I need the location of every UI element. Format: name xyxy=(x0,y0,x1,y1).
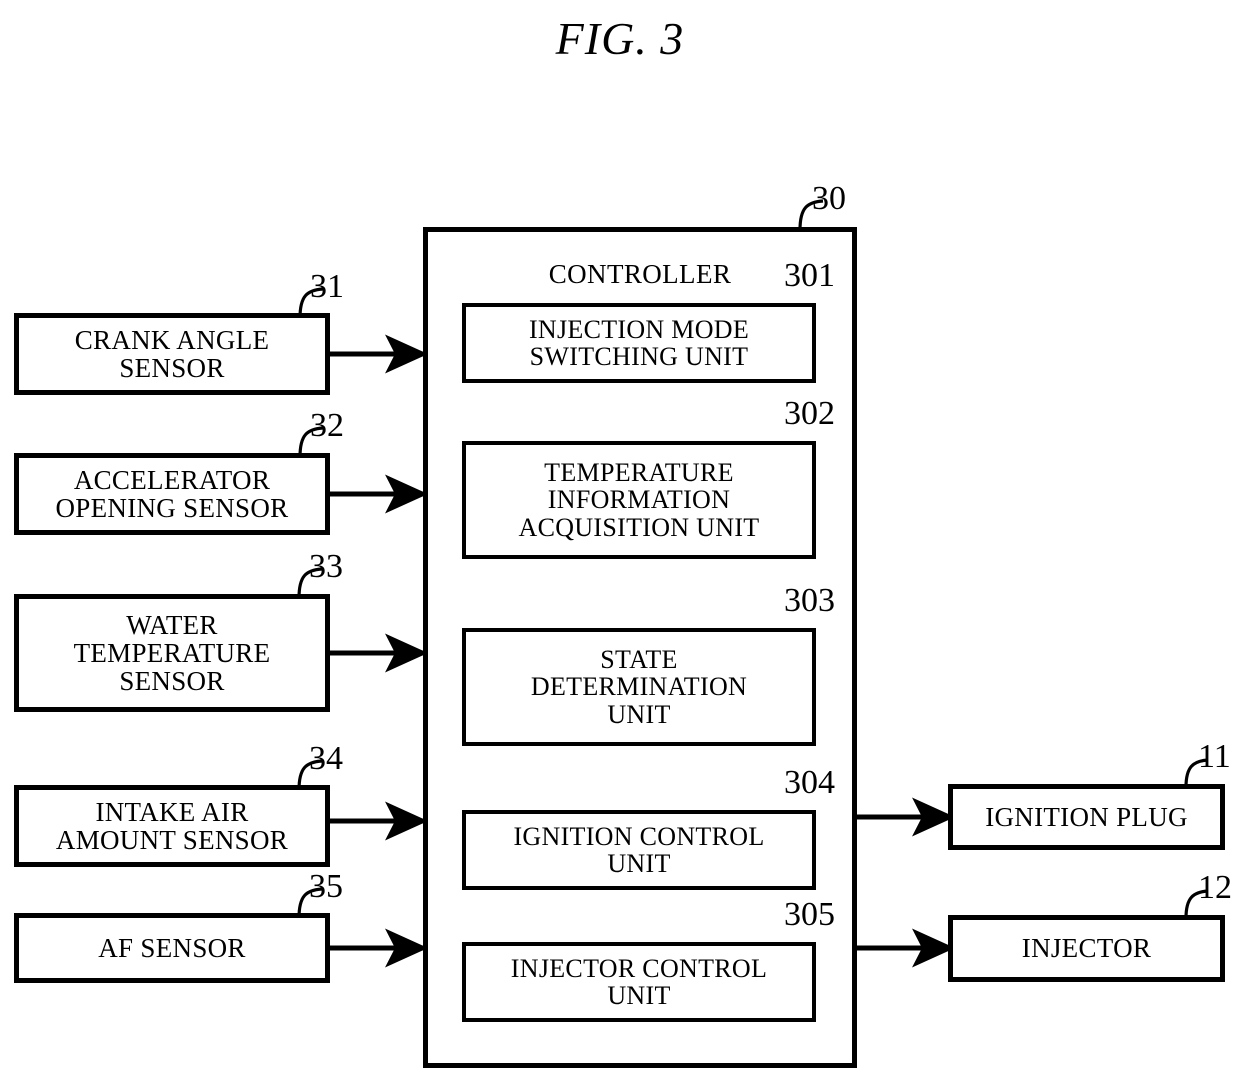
output-box-ignition-plug[interactable]: IGNITION PLUG xyxy=(948,784,1225,850)
ref-number-31: 31 xyxy=(310,268,344,305)
figure-canvas: FIG. 3 CRANK ANGLE SENSOR 31 ACCELERATOR… xyxy=(0,0,1240,1083)
ref-number-32: 32 xyxy=(310,407,344,444)
ref-number-302: 302 xyxy=(784,395,835,432)
ref-number-12: 12 xyxy=(1198,869,1232,906)
input-label: ACCELERATOR OPENING SENSOR xyxy=(55,464,289,523)
unit-box-injection-mode-switching[interactable]: INJECTION MODE SWITCHING UNIT xyxy=(462,303,816,383)
unit-box-state-determination[interactable]: STATE DETERMINATION UNIT xyxy=(462,628,816,746)
unit-box-temperature-information-acquisition[interactable]: TEMPERATURE INFORMATION ACQUISITION UNIT xyxy=(462,441,816,559)
output-label: INJECTOR xyxy=(1021,933,1152,964)
input-box-af-sensor[interactable]: AF SENSOR xyxy=(14,913,330,983)
ref-number-305: 305 xyxy=(784,896,835,933)
input-box-intake-air-amount-sensor[interactable]: INTAKE AIR AMOUNT SENSOR xyxy=(14,785,330,867)
unit-label: IGNITION CONTROL UNIT xyxy=(513,821,765,878)
ref-number-33: 33 xyxy=(309,548,343,585)
ref-number-304: 304 xyxy=(784,764,835,801)
unit-box-ignition-control[interactable]: IGNITION CONTROL UNIT xyxy=(462,810,816,890)
input-label: AF SENSOR xyxy=(98,932,246,963)
output-label: IGNITION PLUG xyxy=(985,801,1188,832)
input-label: WATER TEMPERATURE SENSOR xyxy=(73,609,271,697)
ref-number-34: 34 xyxy=(309,740,343,777)
ref-number-301: 301 xyxy=(784,257,835,294)
ref-number-11: 11 xyxy=(1198,738,1231,775)
input-box-accelerator-opening-sensor[interactable]: ACCELERATOR OPENING SENSOR xyxy=(14,453,330,535)
output-box-injector[interactable]: INJECTOR xyxy=(948,915,1225,982)
unit-label: INJECTOR CONTROL UNIT xyxy=(510,953,768,1010)
unit-label: TEMPERATURE INFORMATION ACQUISITION UNIT xyxy=(518,458,760,542)
ref-number-303: 303 xyxy=(784,582,835,619)
ref-number-30: 30 xyxy=(812,180,846,217)
unit-label: INJECTION MODE SWITCHING UNIT xyxy=(528,314,750,371)
input-label: INTAKE AIR AMOUNT SENSOR xyxy=(55,796,289,855)
input-box-water-temperature-sensor[interactable]: WATER TEMPERATURE SENSOR xyxy=(14,594,330,712)
input-label: CRANK ANGLE SENSOR xyxy=(74,324,270,383)
unit-label: STATE DETERMINATION UNIT xyxy=(530,645,748,729)
ref-number-35: 35 xyxy=(309,868,343,905)
unit-box-injector-control[interactable]: INJECTOR CONTROL UNIT xyxy=(462,942,816,1022)
input-box-crank-angle-sensor[interactable]: CRANK ANGLE SENSOR xyxy=(14,313,330,395)
